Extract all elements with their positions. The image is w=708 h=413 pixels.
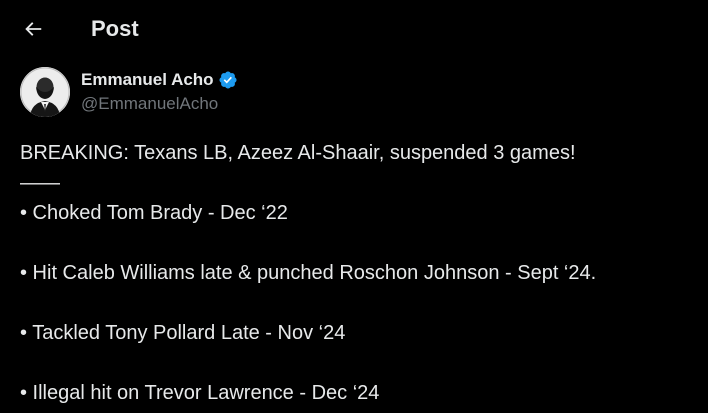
post-divider: —— bbox=[20, 172, 60, 194]
post-body: BREAKING: Texans LB, Azeez Al-Shaair, su… bbox=[20, 138, 690, 408]
page-title: Post bbox=[91, 16, 139, 41]
post-author: Emmanuel Acho @EmmanuelAcho bbox=[20, 67, 680, 117]
post-headline: BREAKING: Texans LB, Azeez Al-Shaair, su… bbox=[20, 142, 576, 164]
post-header: Post bbox=[0, 0, 708, 58]
list-item: • Choked Tom Brady - Dec ‘22 bbox=[20, 202, 288, 224]
avatar[interactable] bbox=[20, 67, 70, 117]
list-item: • Tackled Tony Pollard Late - Nov ‘24 bbox=[20, 322, 346, 344]
author-name-row: Emmanuel Acho bbox=[81, 69, 238, 91]
arrow-left-icon bbox=[25, 22, 42, 36]
avatar-image bbox=[20, 67, 70, 117]
list-item: • Illegal hit on Trevor Lawrence - Dec ‘… bbox=[20, 382, 380, 404]
verified-badge-icon[interactable] bbox=[218, 70, 238, 90]
author-handle[interactable]: @EmmanuelAcho bbox=[81, 94, 218, 114]
author-name[interactable]: Emmanuel Acho bbox=[81, 70, 214, 90]
list-item: • Hit Caleb Williams late & punched Rosc… bbox=[20, 262, 597, 284]
back-button[interactable] bbox=[14, 10, 52, 48]
